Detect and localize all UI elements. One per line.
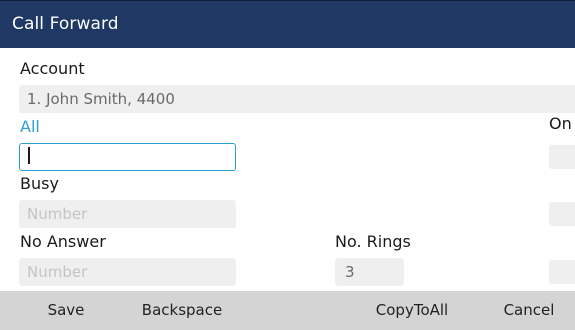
no-answer-on-checkbox[interactable]: [549, 260, 575, 284]
call-forward-screen: Call Forward Account 1. John Smith, 4400…: [0, 0, 575, 330]
busy-label: Busy: [20, 174, 59, 193]
softkey-bar: Save Backspace CopyToAll Cancel: [0, 291, 575, 330]
save-button[interactable]: Save: [30, 291, 102, 330]
copy-to-all-button[interactable]: CopyToAll: [362, 291, 462, 330]
no-answer-number-input[interactable]: Number: [19, 258, 236, 286]
all-number-input[interactable]: [19, 143, 236, 171]
busy-on-checkbox[interactable]: [549, 202, 575, 226]
window-title: Call Forward: [12, 14, 119, 34]
text-cursor: [28, 146, 30, 164]
no-rings-input[interactable]: 3: [335, 258, 404, 286]
title-bar: Call Forward: [0, 0, 575, 48]
all-label: All: [20, 117, 40, 136]
all-on-checkbox[interactable]: [549, 145, 575, 169]
busy-number-input[interactable]: Number: [19, 200, 236, 228]
backspace-button[interactable]: Backspace: [132, 291, 232, 330]
account-field: 1. John Smith, 4400: [19, 85, 575, 113]
no-rings-label: No. Rings: [335, 232, 411, 251]
account-label: Account: [20, 59, 85, 78]
on-column-label: On: [549, 114, 572, 133]
cancel-button[interactable]: Cancel: [492, 291, 566, 330]
no-answer-label: No Answer: [20, 232, 106, 251]
